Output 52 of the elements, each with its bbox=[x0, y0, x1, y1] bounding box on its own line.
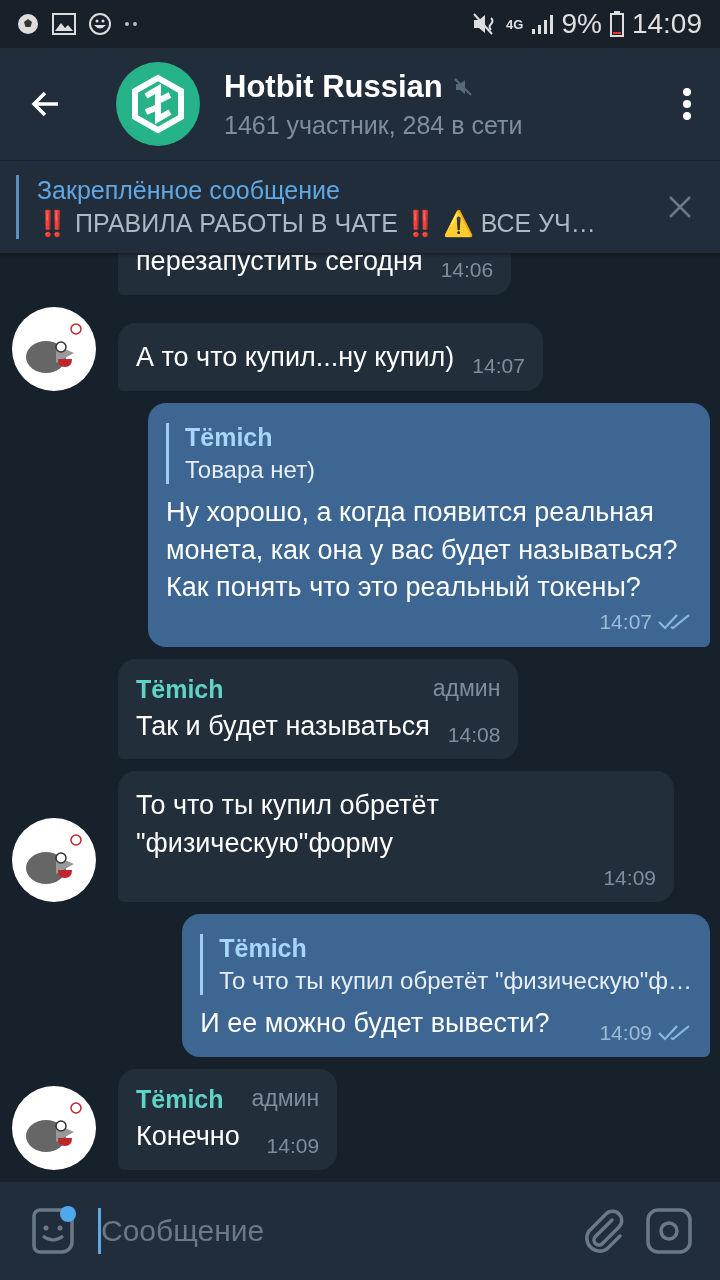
pinned-title: Закреплённое сообщение bbox=[37, 176, 341, 205]
more-dots-icon bbox=[124, 21, 138, 27]
network-type: 4G bbox=[506, 16, 524, 32]
message-bubble[interactable]: Тёmich админ Конечно 14:09 bbox=[118, 1069, 338, 1170]
message-text: перезапустить сегодня bbox=[136, 253, 423, 279]
soccer-ball-icon bbox=[16, 12, 40, 36]
close-icon bbox=[668, 195, 692, 219]
message-time: 14:06 bbox=[440, 257, 494, 284]
message-text: Ну хорошо, а когда появится реальная монета, как она у вас будет называться? Как понять что это реальный токены? bbox=[166, 495, 679, 605]
message-bubble[interactable]: То что ты купил обретёт "физическую"форму 14:09 bbox=[118, 771, 674, 903]
clock: 14:09 bbox=[631, 8, 702, 40]
message-text: Так и будет называться bbox=[136, 709, 430, 743]
reply-quote[interactable]: Тёmich Товара нет) bbox=[166, 422, 692, 484]
paperclip-icon[interactable] bbox=[582, 1208, 626, 1254]
image-icon bbox=[52, 13, 76, 35]
message-bubble[interactable]: Тёmich То что ты купил обретёт "физическую"ф… И ее можно будет вывести? 14:09 bbox=[182, 914, 710, 1058]
message-text: То что ты купил обретёт "физическую"форму bbox=[136, 789, 440, 861]
message-time: 14:07 bbox=[599, 609, 652, 636]
hedgehog-avatar[interactable] bbox=[12, 1086, 96, 1170]
message-bubble[interactable]: Тёmich админ Так и будет называться 14:08 bbox=[118, 658, 519, 760]
message-time: 14:08 bbox=[447, 722, 501, 749]
hedgehog-avatar[interactable] bbox=[12, 306, 96, 391]
battery-icon bbox=[609, 11, 624, 37]
message-text: А то что купил...ну купил) bbox=[136, 341, 455, 375]
admin-label: админ bbox=[251, 1085, 320, 1114]
message-time: 14:09 bbox=[266, 1132, 320, 1159]
sender-name: Тёmich bbox=[136, 1085, 224, 1115]
signal-icon bbox=[531, 13, 554, 35]
chat-title: Hotbit Russian bbox=[224, 68, 443, 105]
pinned-text: ‼ ПРАВИЛА РАБОТЫ В ЧАТЕ ‼ ⚠ ВСЕ УЧ… bbox=[37, 209, 597, 238]
sender-name: Тёmich bbox=[136, 674, 224, 704]
more-icon bbox=[682, 87, 692, 121]
reply-author: Тёmich bbox=[219, 934, 308, 964]
pinned-message-bar[interactable]: Закреплённое сообщение ‼ ПРАВИЛА РАБОТЫ В ЧАТЕ ‼ ⚠ ВСЕ УЧ… bbox=[0, 160, 720, 253]
reply-text: Товара нет) bbox=[185, 455, 317, 484]
message-time: 14:07 bbox=[472, 353, 525, 380]
reply-text: То что ты купил обретёт "физическую"ф… bbox=[219, 967, 692, 996]
battery-percent: 9% bbox=[561, 8, 602, 40]
message-bubble[interactable]: Тёmich Товара нет) Ну хорошо, а когда появится реальная монета, как она у вас будет называться? Как понять что это реальный токены? 14:07 bbox=[148, 402, 710, 647]
message-time: 14:09 bbox=[603, 865, 656, 891]
emoji-icon bbox=[88, 12, 112, 36]
member-count: 1461 участник, 284 в сети bbox=[224, 110, 524, 140]
message-time: 14:09 bbox=[599, 1019, 652, 1046]
message-text: И ее можно будет вывести? bbox=[200, 1007, 550, 1041]
admin-label: админ bbox=[432, 674, 501, 703]
camera-icon[interactable] bbox=[646, 1208, 692, 1254]
reply-quote[interactable]: Тёmich То что ты купил обретёт "физическую"ф… bbox=[200, 934, 692, 996]
message-bubble[interactable]: перезапустить сегодня 14:06 bbox=[118, 253, 512, 295]
hedgehog-avatar[interactable] bbox=[12, 818, 96, 903]
message-text: Конечно bbox=[136, 1120, 240, 1154]
message-bubble[interactable]: А то что купил...ну купил) 14:07 bbox=[118, 323, 543, 391]
reply-author: Тёmich bbox=[185, 422, 274, 452]
